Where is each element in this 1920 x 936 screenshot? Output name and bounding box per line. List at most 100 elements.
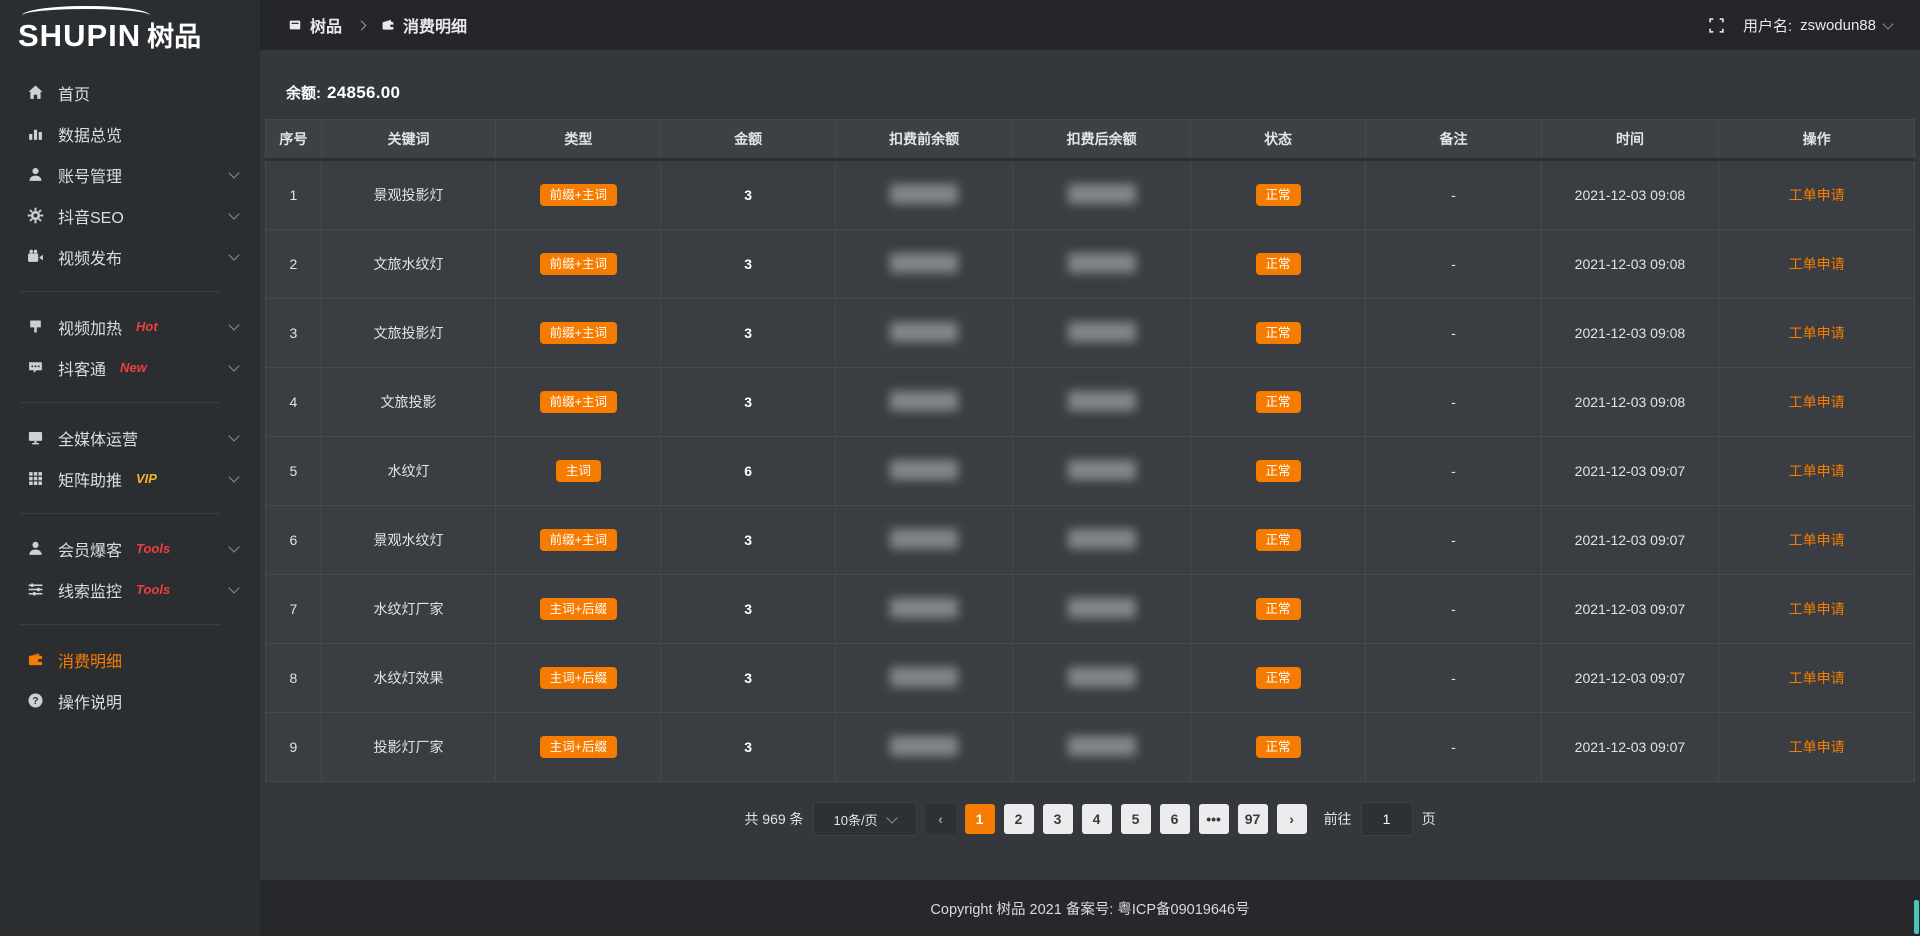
- cell-action: 工单申请: [1719, 644, 1915, 713]
- cell-balance-before: [835, 575, 1012, 644]
- cell-index: 3: [266, 299, 322, 368]
- status-tag: 正常: [1256, 184, 1301, 207]
- cell-balance-after: [1013, 230, 1190, 299]
- cell-time: 2021-12-03 09:07: [1541, 644, 1718, 713]
- page-size-select[interactable]: 10条/页: [813, 802, 917, 836]
- ticket-apply-link[interactable]: 工单申请: [1789, 187, 1845, 203]
- cell-action: 工单申请: [1719, 713, 1915, 782]
- cell-time: 2021-12-03 09:07: [1541, 506, 1718, 575]
- footer: Copyright 树品 2021 备案号: 粤ICP备09019646号: [260, 880, 1920, 936]
- table-row: 6景观水纹灯前缀+主词3正常-2021-12-03 09:07工单申请: [266, 506, 1915, 575]
- page-button-1[interactable]: 1: [965, 804, 995, 834]
- sidebar-item-operation-guide[interactable]: ?操作说明: [0, 680, 260, 721]
- chevron-down-icon: [228, 471, 239, 482]
- sidebar-item-douyin-seo[interactable]: 抖音SEO: [0, 195, 260, 236]
- page-ellipsis-button[interactable]: •••: [1199, 804, 1229, 834]
- page-button-3[interactable]: 3: [1043, 804, 1073, 834]
- status-tag: 正常: [1256, 667, 1301, 690]
- cell-type: 前缀+主词: [496, 506, 661, 575]
- table-row: 5水纹灯主词6正常-2021-12-03 09:07工单申请: [266, 437, 1915, 506]
- fullscreen-icon[interactable]: [1708, 17, 1725, 34]
- chevron-down-icon: [1882, 18, 1893, 29]
- masked-value: [890, 667, 958, 687]
- gear-icon: [26, 207, 44, 225]
- cell-type: 前缀+主词: [496, 299, 661, 368]
- status-tag: 正常: [1256, 529, 1301, 552]
- masked-value: [1068, 736, 1136, 756]
- cell-remark: -: [1366, 160, 1541, 230]
- sidebar-item-video-publish[interactable]: 视频发布: [0, 236, 260, 277]
- cell-remark: -: [1366, 299, 1541, 368]
- prev-page-button[interactable]: ‹: [926, 804, 956, 834]
- sidebar-item-matrix-boost[interactable]: 矩阵助推VIP: [0, 458, 260, 499]
- sidebar-item-home[interactable]: 首页: [0, 72, 260, 113]
- ticket-apply-link[interactable]: 工单申请: [1789, 670, 1845, 686]
- heat-icon: [26, 318, 44, 336]
- ticket-apply-link[interactable]: 工单申请: [1789, 325, 1845, 341]
- page-button-97[interactable]: 97: [1238, 804, 1268, 834]
- sidebar-item-label: 会员爆客: [58, 537, 122, 561]
- ticket-apply-link[interactable]: 工单申请: [1789, 532, 1845, 548]
- cell-type: 前缀+主词: [496, 160, 661, 230]
- ticket-apply-link[interactable]: 工单申请: [1789, 601, 1845, 617]
- column-header: 类型: [496, 120, 661, 160]
- sidebar-item-label: 操作说明: [58, 689, 122, 713]
- wallet-icon: [26, 651, 44, 669]
- sidebar-item-label: 抖客通: [58, 356, 106, 380]
- sidebar-item-douketong[interactable]: 抖客通New: [0, 347, 260, 388]
- topbar: 树品 消费明细 用户名: zswodun88: [260, 0, 1920, 50]
- member-icon: [26, 540, 44, 558]
- cell-index: 6: [266, 506, 322, 575]
- cell-keyword: 文旅水纹灯: [321, 230, 495, 299]
- masked-value: [890, 253, 958, 273]
- page-button-2[interactable]: 2: [1004, 804, 1034, 834]
- goto-page-input[interactable]: [1361, 802, 1413, 836]
- page-button-5[interactable]: 5: [1121, 804, 1151, 834]
- user-menu[interactable]: 用户名: zswodun88: [1743, 15, 1892, 36]
- ticket-apply-link[interactable]: 工单申请: [1789, 463, 1845, 479]
- cell-balance-after: [1013, 713, 1190, 782]
- goto-suffix: 页: [1422, 809, 1436, 829]
- sidebar-item-label: 数据总览: [58, 122, 122, 146]
- table-header-row: 序号关键词类型金额扣费前余额扣费后余额状态备注时间操作: [266, 120, 1915, 160]
- cell-keyword: 景观水纹灯: [321, 506, 495, 575]
- grid-icon: [26, 470, 44, 488]
- masked-value: [1068, 184, 1136, 204]
- sidebar-item-member-baoke[interactable]: 会员爆客Tools: [0, 528, 260, 569]
- cell-balance-before: [835, 160, 1012, 230]
- sidebar-item-consume-detail[interactable]: 消费明细: [0, 639, 260, 680]
- next-page-button[interactable]: ›: [1277, 804, 1307, 834]
- page-button-6[interactable]: 6: [1160, 804, 1190, 834]
- cell-status: 正常: [1190, 299, 1365, 368]
- breadcrumb-root[interactable]: 树品: [310, 13, 342, 37]
- cell-action: 工单申请: [1719, 230, 1915, 299]
- sidebar-item-data-overview[interactable]: 数据总览: [0, 113, 260, 154]
- sidebar-item-media-operation[interactable]: 全媒体运营: [0, 417, 260, 458]
- cell-balance-before: [835, 506, 1012, 575]
- ticket-apply-link[interactable]: 工单申请: [1789, 739, 1845, 755]
- cell-action: 工单申请: [1719, 506, 1915, 575]
- cell-keyword: 文旅投影: [321, 368, 495, 437]
- topbar-right: 用户名: zswodun88: [1708, 15, 1892, 36]
- table-row: 4文旅投影前缀+主词3正常-2021-12-03 09:08工单申请: [266, 368, 1915, 437]
- page-button-4[interactable]: 4: [1082, 804, 1112, 834]
- cell-time: 2021-12-03 09:08: [1541, 160, 1718, 230]
- ticket-apply-link[interactable]: 工单申请: [1789, 256, 1845, 272]
- masked-value: [1068, 598, 1136, 618]
- sidebar-item-clue-monitor[interactable]: 线索监控Tools: [0, 569, 260, 610]
- sidebar-item-label: 线索监控: [58, 578, 122, 602]
- cell-status: 正常: [1190, 575, 1365, 644]
- ticket-apply-link[interactable]: 工单申请: [1789, 394, 1845, 410]
- sidebar-item-label: 视频发布: [58, 245, 122, 269]
- sidebar-item-video-heat[interactable]: 视频加热Hot: [0, 306, 260, 347]
- table-row: 1景观投影灯前缀+主词3正常-2021-12-03 09:08工单申请: [266, 160, 1915, 230]
- cell-status: 正常: [1190, 506, 1365, 575]
- chevron-down-icon: [886, 812, 897, 823]
- cell-index: 9: [266, 713, 322, 782]
- scrollbar-thumb[interactable]: [1914, 900, 1919, 934]
- sidebar-item-account-management[interactable]: 账号管理: [0, 154, 260, 195]
- sidebar: SHUPIN树品 首页数据总览账号管理抖音SEO视频发布视频加热Hot抖客通Ne…: [0, 0, 260, 936]
- table-row: 8水纹灯效果主词+后缀3正常-2021-12-03 09:07工单申请: [266, 644, 1915, 713]
- cell-type: 主词+后缀: [496, 644, 661, 713]
- status-tag: 正常: [1256, 322, 1301, 345]
